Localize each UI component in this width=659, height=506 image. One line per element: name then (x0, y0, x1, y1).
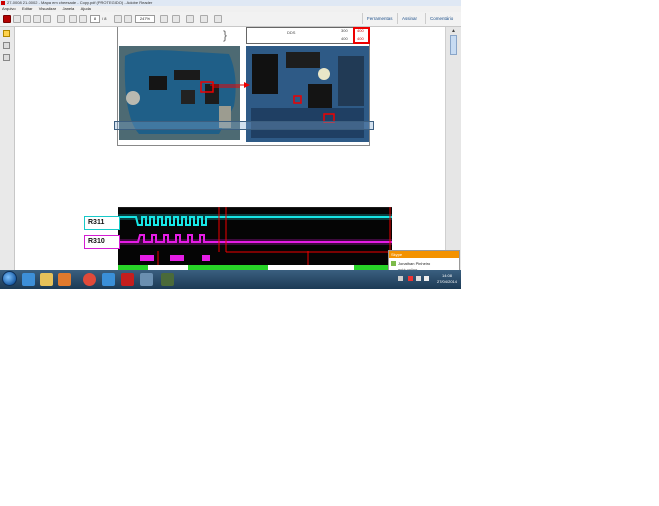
media-player-icon[interactable] (58, 273, 71, 286)
contact-name: Jonathan Pinheiro (398, 261, 431, 266)
menu-janela[interactable]: Janela (62, 6, 74, 11)
highlight-icon[interactable] (200, 15, 208, 23)
comment-button[interactable]: Comentário (425, 13, 457, 24)
menu-ajuda[interactable]: Ajuda (81, 6, 91, 11)
fit-width-icon[interactable] (172, 15, 180, 23)
file-explorer-icon[interactable] (40, 273, 53, 286)
zoom-level-select[interactable]: 247% (135, 15, 155, 23)
lock-icon[interactable] (3, 30, 10, 37)
zoom-in-icon[interactable] (124, 15, 132, 23)
navigation-panel (0, 27, 15, 270)
tray-volume-icon[interactable] (424, 276, 429, 281)
next-page-icon[interactable] (79, 15, 87, 23)
toolbar: 8 / 8 247% Ferramentas Assinar Comentári… (0, 12, 461, 27)
channel-label-r311: R311 (84, 216, 120, 230)
table-cell: 400 (341, 36, 348, 41)
menu-editar[interactable]: Editar (22, 6, 32, 11)
create-pdf-icon[interactable] (3, 15, 11, 23)
network-app-icon[interactable] (140, 273, 153, 286)
menu-arquivo[interactable]: Arquivo (2, 6, 16, 11)
tray-network-icon[interactable] (416, 276, 421, 281)
chrome-icon[interactable] (83, 273, 96, 286)
taskbar: 14:08 27/04/2014 (0, 270, 461, 289)
sticky-note-icon[interactable] (214, 15, 222, 23)
attachment-icon[interactable] (3, 42, 10, 49)
tray-arrow-icon[interactable] (398, 276, 403, 281)
screenshot-region: 27-0008 21-0002 - Mapa em cheesade - Cop… (0, 0, 461, 289)
zoom-out-icon[interactable] (114, 15, 122, 23)
table-cell: 300 (341, 28, 348, 33)
scroll-up-icon[interactable]: ▲ (450, 28, 457, 34)
email-icon[interactable] (43, 15, 51, 23)
open-icon[interactable] (13, 15, 21, 23)
adobe-reader-icon (1, 1, 5, 5)
value-table: DDS 300 400 400 400 (246, 27, 370, 44)
fit-page-icon[interactable] (160, 15, 168, 23)
online-status-icon (391, 261, 396, 266)
hand-tool-icon[interactable] (57, 15, 65, 23)
selection-band (114, 121, 374, 130)
read-mode-icon[interactable] (186, 15, 194, 23)
page-number-input[interactable]: 8 (90, 15, 100, 23)
tray-antivirus-icon[interactable] (408, 276, 413, 281)
internet-explorer-icon[interactable] (22, 273, 35, 286)
waveform-plot (118, 206, 392, 270)
table-cell: DDS (287, 30, 296, 35)
oscilloscope-capture (118, 206, 392, 270)
game-app-icon[interactable] (161, 273, 174, 286)
save-icon[interactable] (23, 15, 31, 23)
previous-page-icon[interactable] (69, 15, 77, 23)
bracket-symbol: } (223, 28, 228, 42)
menu-visualizar[interactable]: Visualizar (39, 6, 56, 11)
word-icon[interactable] (102, 273, 115, 286)
sign-button[interactable]: Assinar (397, 13, 421, 24)
tools-button[interactable]: Ferramentas (362, 13, 397, 24)
callout-arrow (210, 82, 250, 88)
notification-header: Skype (389, 251, 459, 258)
channel-label-r310: R310 (84, 235, 120, 249)
system-clock[interactable]: 14:08 27/04/2014 (434, 273, 460, 285)
signature-icon[interactable] (3, 54, 10, 61)
vertical-scrollbar[interactable]: ▲ ▼ (445, 27, 461, 270)
page-total: / 8 (102, 16, 107, 21)
acrobat-icon[interactable] (121, 273, 134, 286)
print-icon[interactable] (33, 15, 41, 23)
clock-date: 27/04/2014 (436, 279, 458, 284)
scroll-thumb[interactable] (450, 35, 457, 55)
start-button[interactable] (2, 271, 17, 286)
table-highlight (353, 27, 370, 44)
